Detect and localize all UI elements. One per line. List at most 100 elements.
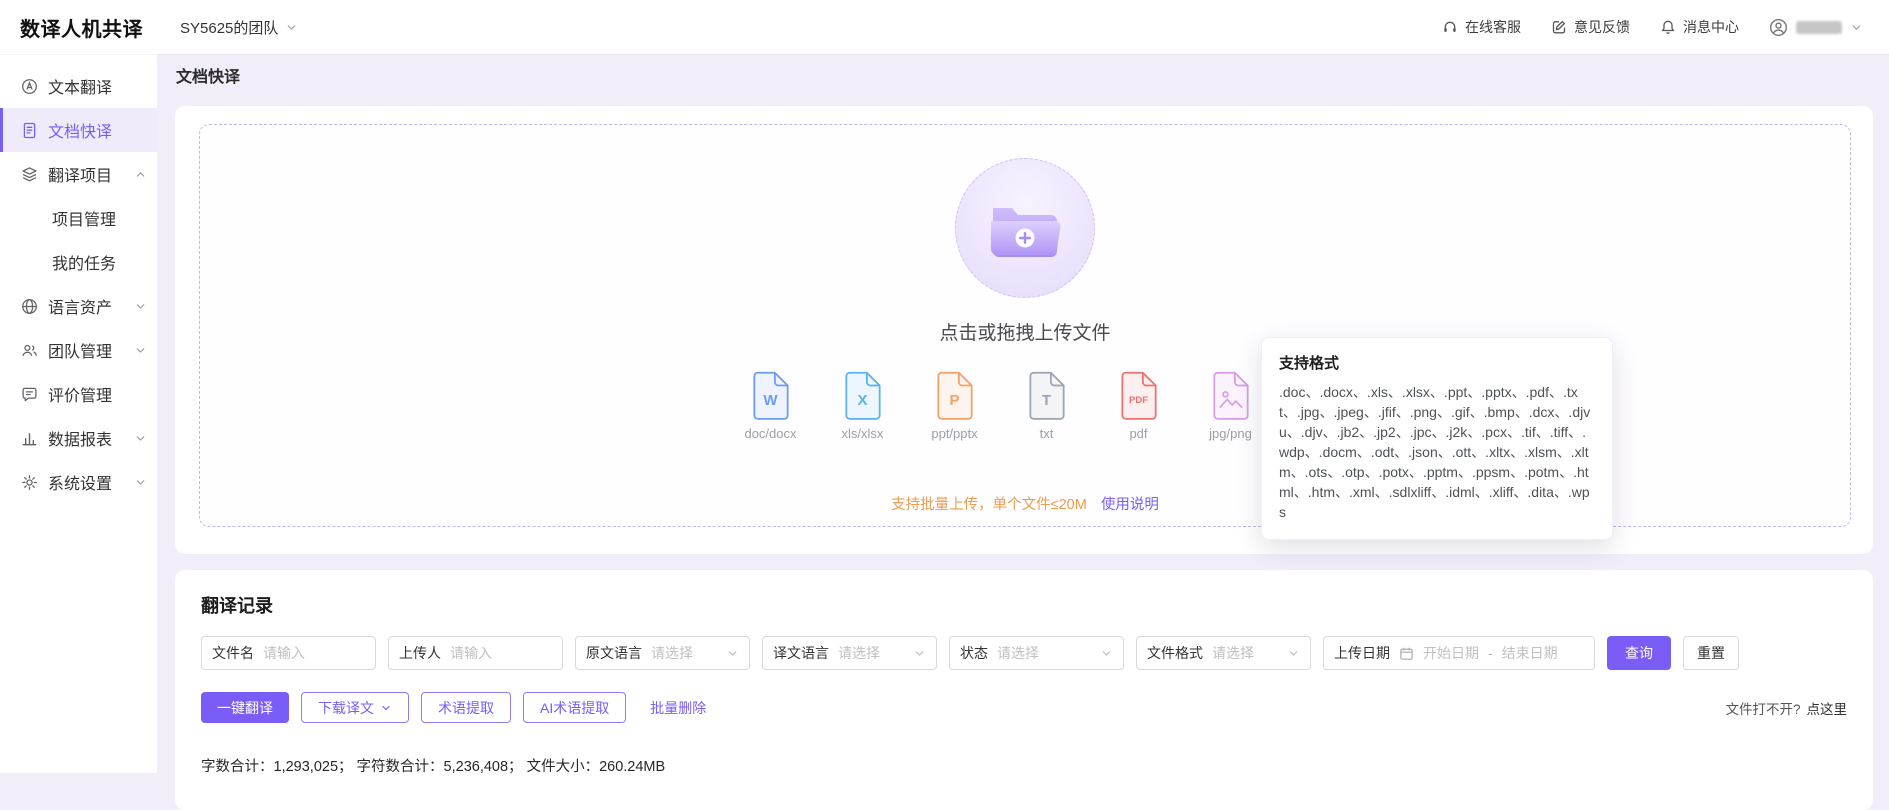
bell-icon: [1660, 19, 1676, 35]
sidebar-label: 文档快译: [48, 118, 112, 142]
sidebar-label: 项目管理: [52, 206, 116, 230]
start-date-placeholder: 开始日期: [1423, 643, 1479, 663]
filter-placeholder: 请选择: [997, 643, 1039, 663]
file-format-select[interactable]: 文件格式 请选择: [1136, 636, 1311, 670]
file-type-label: pdf: [1129, 426, 1147, 441]
user-menu[interactable]: [1769, 18, 1863, 37]
filter-label: 上传日期: [1334, 643, 1390, 663]
top-right-nav: 在线客服 意见反馈 消息中心: [1442, 17, 1863, 37]
chevron-down-icon: [380, 702, 392, 714]
upload-main-text: 点击或拖拽上传文件: [939, 318, 1110, 345]
top-bar: 数译人机共译 SY5625的团队 在线客服 意见反馈 消息中心: [0, 0, 1889, 54]
sidebar-label: 系统设置: [48, 470, 112, 494]
uploader-filter-input[interactable]: 上传人 请输入: [388, 636, 563, 670]
filter-label: 文件名: [212, 643, 254, 663]
download-translation-button[interactable]: 下载译文: [301, 692, 409, 723]
sidebar-label: 数据报表: [48, 426, 112, 450]
file-type-doc: W doc/docx: [738, 371, 804, 441]
end-date-placeholder: 结束日期: [1502, 643, 1558, 663]
filter-placeholder: 请输入: [450, 643, 492, 663]
filter-label: 状态: [960, 643, 988, 663]
sidebar-label: 语言资产: [48, 294, 112, 318]
sidebar-item-data-reports[interactable]: 数据报表: [0, 416, 157, 460]
target-language-select[interactable]: 译文语言 请选择: [762, 636, 937, 670]
upload-folder-circle: [955, 158, 1095, 298]
filter-placeholder: 请选择: [1212, 643, 1254, 663]
reset-button[interactable]: 重置: [1683, 636, 1739, 670]
chevron-down-icon: [134, 476, 147, 489]
chevron-down-icon: [1850, 21, 1863, 34]
filename-filter-input[interactable]: 文件名 请输入: [201, 636, 376, 670]
chevron-down-icon: [285, 21, 298, 34]
upload-folder-icon: [986, 197, 1064, 259]
file-type-image: jpg/png: [1198, 371, 1264, 441]
records-title: 翻译记录: [201, 592, 1847, 618]
text-translate-icon: [21, 78, 38, 95]
message-center-button[interactable]: 消息中心: [1660, 17, 1739, 37]
breadcrumb: 文档快译: [157, 54, 1889, 96]
sidebar-item-system-settings[interactable]: 系统设置: [0, 460, 157, 504]
sidebar-item-text-translation[interactable]: 文本翻译: [0, 64, 157, 108]
status-select[interactable]: 状态 请选择: [949, 636, 1124, 670]
download-label: 下载译文: [318, 698, 374, 718]
sidebar-item-project-management[interactable]: 项目管理: [0, 196, 157, 240]
file-type-pdf: PDF pdf: [1106, 371, 1172, 441]
user-name-redacted: [1796, 21, 1842, 34]
sidebar-item-doc-translation[interactable]: 文档快译: [0, 108, 157, 152]
file-type-txt: T txt: [1014, 371, 1080, 441]
sidebar-label: 评价管理: [48, 382, 112, 406]
filter-label: 文件格式: [1147, 643, 1203, 663]
file-open-question: 文件打不开?: [1725, 698, 1800, 718]
usage-guide-link[interactable]: 使用说明: [1101, 493, 1159, 514]
term-extract-button[interactable]: 术语提取: [421, 692, 511, 723]
team-icon: [21, 342, 38, 359]
tooltip-formats-list: .doc、.docx、.xls、.xlsx、.ppt、.pptx、.pdf、.t…: [1279, 382, 1595, 522]
chevron-down-icon: [134, 344, 147, 357]
file-type-xls: X xls/xlsx: [830, 371, 896, 441]
click-here-link[interactable]: 点这里: [1807, 698, 1848, 718]
txt-letter: T: [1027, 392, 1067, 409]
sidebar-item-translation-projects[interactable]: 翻译项目: [0, 152, 157, 196]
action-row: 一键翻译 下载译文 术语提取 AI术语提取 批量删除 文件打不开? 点这里: [201, 692, 1847, 723]
file-type-label: xls/xlsx: [842, 426, 884, 441]
chevron-down-icon: [913, 647, 926, 660]
message-center-label: 消息中心: [1683, 17, 1739, 37]
filter-label: 原文语言: [586, 643, 642, 663]
date-separator: -: [1488, 645, 1493, 661]
sidebar-item-team-management[interactable]: 团队管理: [0, 328, 157, 372]
query-button[interactable]: 查询: [1607, 636, 1671, 670]
ai-term-extract-button[interactable]: AI术语提取: [523, 692, 626, 723]
filter-label: 上传人: [399, 643, 441, 663]
doc-translate-icon: [21, 122, 38, 139]
doc-letter: W: [751, 392, 791, 409]
gear-icon: [21, 474, 38, 491]
ppt-letter: P: [935, 392, 975, 409]
upload-hint-row: 支持批量上传，单个文件≤20M 使用说明: [891, 493, 1159, 514]
sidebar-label: 我的任务: [52, 250, 116, 274]
records-summary: 字数合计：1,293,025； 字符数合计：5,236,408； 文件大小：26…: [201, 745, 1847, 782]
translation-records-card: 翻译记录 文件名 请输入 上传人 请输入 原文语言 请选择 译文语言 请选择 状…: [175, 570, 1873, 810]
upload-date-range-picker[interactable]: 上传日期 开始日期 - 结束日期: [1323, 636, 1595, 670]
team-selector[interactable]: SY5625的团队: [180, 17, 298, 38]
sidebar-item-evaluation-management[interactable]: 评价管理: [0, 372, 157, 416]
chevron-down-icon: [1287, 647, 1300, 660]
online-support-button[interactable]: 在线客服: [1442, 17, 1521, 37]
sidebar-label: 团队管理: [48, 338, 112, 362]
filter-label: 译文语言: [773, 643, 829, 663]
filter-placeholder: 请输入: [263, 643, 305, 663]
upload-card: 点击或拖拽上传文件 W doc/docx X xls/xlsx P ppt/pp…: [175, 106, 1873, 554]
tooltip-title: 支持格式: [1279, 352, 1595, 373]
filter-placeholder: 请选择: [651, 643, 693, 663]
sidebar-item-language-assets[interactable]: 语言资产: [0, 284, 157, 328]
file-type-label: doc/docx: [744, 426, 796, 441]
one-click-translate-button[interactable]: 一键翻译: [201, 692, 289, 723]
batch-delete-link[interactable]: 批量删除: [644, 698, 712, 718]
feedback-pencil-icon: [1551, 19, 1567, 35]
source-language-select[interactable]: 原文语言 请选择: [575, 636, 750, 670]
file-type-ppt: P ppt/pptx: [922, 371, 988, 441]
feedback-label: 意见反馈: [1574, 17, 1630, 37]
feedback-button[interactable]: 意见反馈: [1551, 17, 1630, 37]
filter-row: 文件名 请输入 上传人 请输入 原文语言 请选择 译文语言 请选择 状态 请选择: [201, 636, 1847, 670]
xls-letter: X: [843, 392, 883, 409]
sidebar-item-my-tasks[interactable]: 我的任务: [0, 240, 157, 284]
